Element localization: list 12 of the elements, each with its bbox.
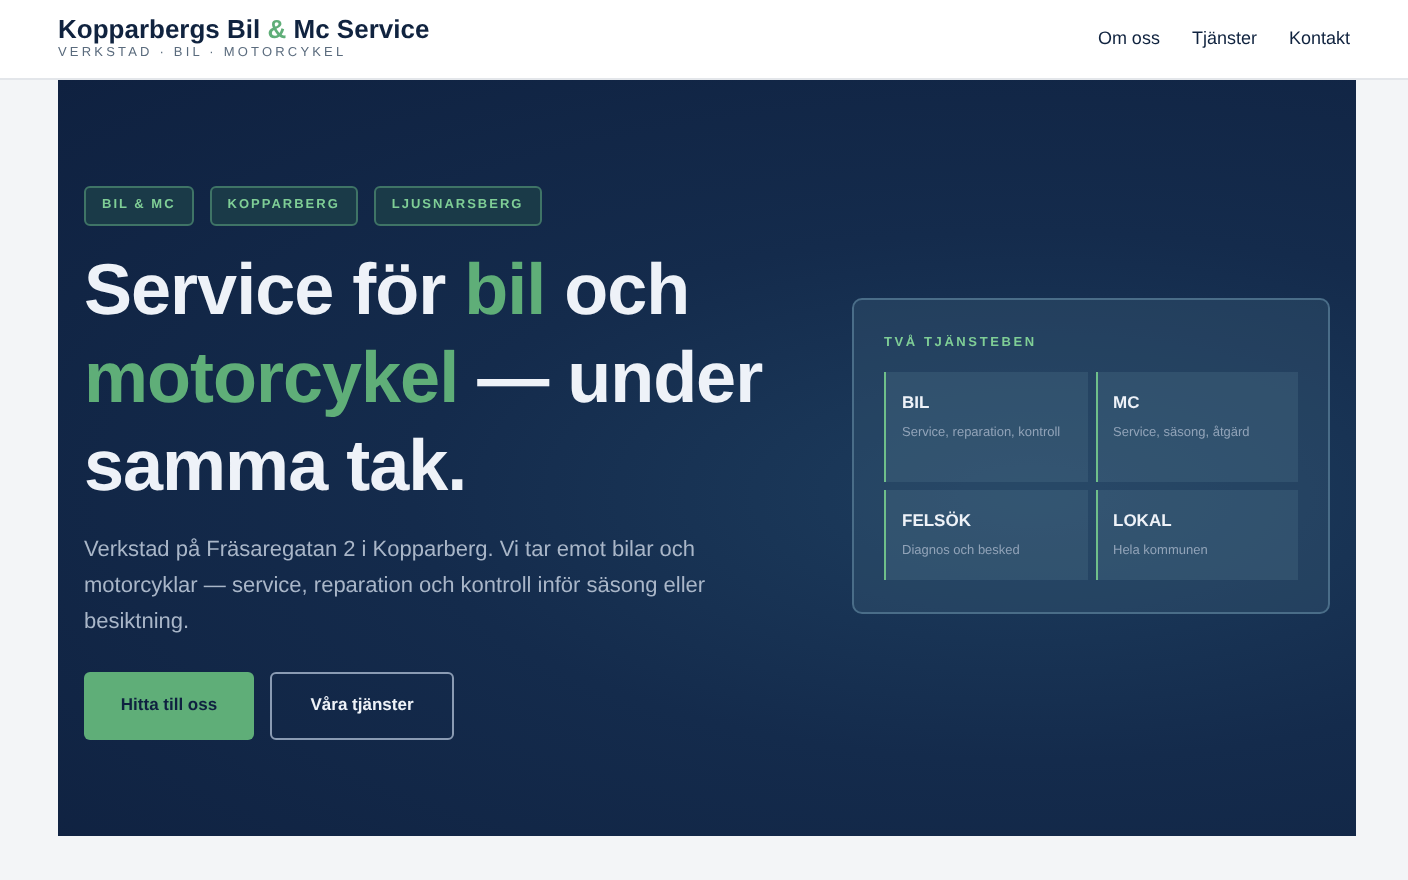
nav-link[interactable]: Om oss [1097, 25, 1160, 53]
card-title: BIL [902, 389, 932, 415]
hero-headline: Service för bil och motorcykel — under samma tak. [84, 245, 765, 510]
primary-button[interactable]: Hitta till oss [84, 671, 254, 740]
nav-link[interactable]: Tjänster [1191, 25, 1257, 53]
card-title: MC [1113, 389, 1142, 415]
card-title: LOKAL [1113, 507, 1174, 533]
nav-link[interactable]: Kontakt [1288, 25, 1350, 53]
secondary-button[interactable]: Våra tjänster [270, 671, 454, 740]
card-title: FELSÖK [902, 507, 973, 533]
hero-description: Verkstad på Fräsaregatan 2 i Kopparberg. Vi tar emot bilar och motorcyklar — service, reparation och kontroll inför säsong eller besiktning. [84, 535, 708, 638]
brand-name[interactable]: Kopparbergs Bil & Mc Service [58, 16, 430, 45]
